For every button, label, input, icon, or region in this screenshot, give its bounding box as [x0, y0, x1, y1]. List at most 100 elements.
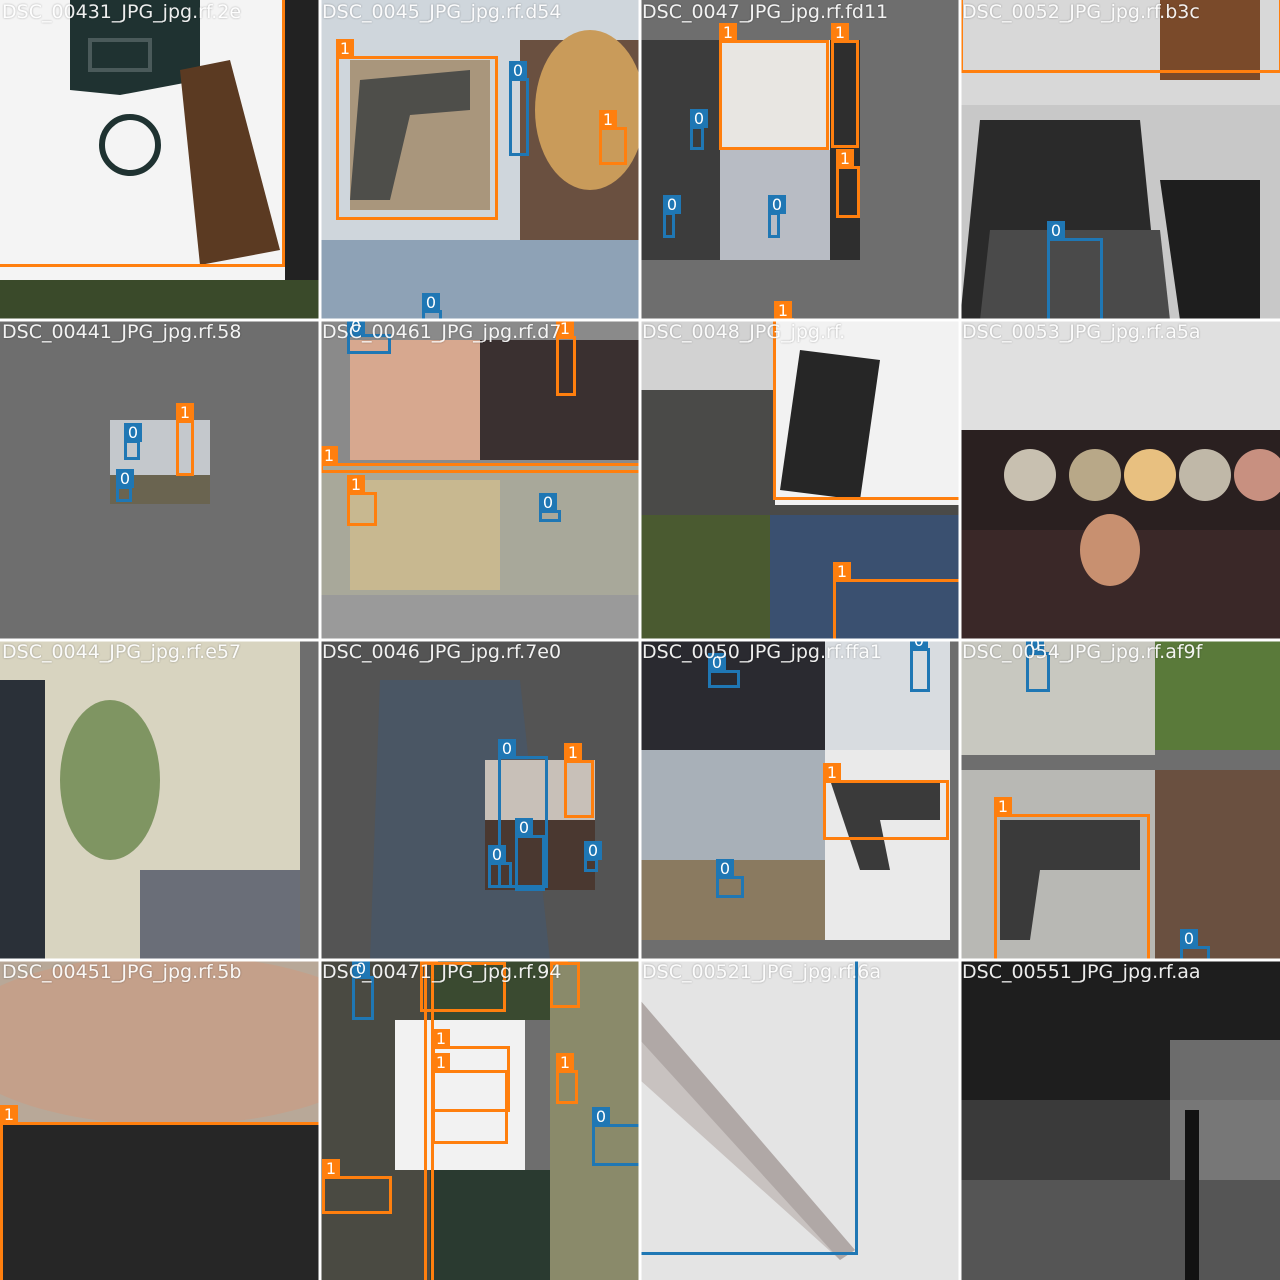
tile-2: DSC_0045_JPG_jpg.rf.d54 1 0 1 0: [320, 0, 640, 320]
bbox-class-1: 1: [836, 149, 860, 218]
tile-15: DSC_00521_JPG_jpg.rf.6a 0: [640, 960, 960, 1280]
tile-6: DSC_00461_JPG_jpg.rf.d7 0 1 1 1 0: [320, 320, 640, 640]
bbox-label: 0: [422, 293, 440, 312]
bbox-class-1: 1: [322, 1159, 392, 1214]
tile-4-title: DSC_0052_JPG_jpg.rf.b3c: [962, 1, 1200, 23]
bbox-class-1: 1: [599, 110, 627, 165]
bbox-class-1: 1: [336, 39, 498, 220]
bbox-label: 0: [592, 1107, 610, 1126]
bbox-class-0: 0: [422, 293, 442, 320]
tile-10: DSC_0046_JPG_jpg.rf.7e0 0 1 0 0 0: [320, 640, 640, 960]
bbox-label: 0: [539, 493, 557, 512]
bbox-class-0: 0: [663, 195, 681, 238]
bbox-label: 1: [719, 23, 737, 42]
tile-5: DSC_00441_JPG_jpg.rf.58 1 0 0: [0, 320, 320, 640]
bbox-class-0: 0: [509, 61, 529, 156]
bbox-class-1: 1: [556, 320, 576, 396]
bbox-label: 1: [564, 743, 582, 762]
bbox-class-1: 1: [432, 1053, 508, 1144]
tile-8: DSC_0053_JPG_jpg.rf.a5a: [960, 320, 1280, 640]
tile-1: DSC_00431_JPG_jpg.rf.2e 1: [0, 0, 320, 320]
bbox-class-0: 0: [539, 493, 561, 522]
bbox-label: 1: [556, 1053, 574, 1072]
bbox-class-0: 0: [124, 423, 142, 460]
bbox-class-0: 0: [716, 859, 744, 898]
bbox-label: 1: [994, 797, 1012, 816]
tile-7: DSC_0048_JPG_jpg.rf. 1 1: [640, 320, 960, 640]
bbox-class-1: 1: [320, 446, 640, 473]
bbox-label: 0: [124, 423, 142, 442]
bbox-label: 0: [488, 845, 506, 864]
bbox-class-1: 1: [424, 960, 434, 1280]
bbox-label: 1: [347, 475, 365, 494]
bbox-label: 0: [663, 195, 681, 214]
tile-15-title: DSC_00521_JPG_jpg.rf.6a: [642, 961, 882, 983]
bbox-class-1: 1: [556, 1053, 578, 1104]
bbox-class-0: 0: [116, 469, 134, 502]
tile-1-title: DSC_00431_JPG_jpg.rf.2e: [2, 1, 242, 23]
bbox-label: 0: [1047, 221, 1065, 240]
tile-12-title: DSC_0054_JPG_jpg.rf.af9f: [962, 641, 1203, 663]
bbox-class-1: 1: [831, 23, 859, 148]
bbox-class-1: 1: [833, 562, 960, 640]
bbox-class-1: 1: [994, 797, 1150, 960]
bbox-label: 0: [584, 841, 602, 860]
bbox-label: 0: [515, 818, 533, 837]
bbox-class-0: 0: [1180, 929, 1210, 960]
bbox-label: 0: [498, 739, 516, 758]
bbox-label: 1: [320, 446, 338, 465]
tile-8-image: [960, 320, 1280, 640]
bbox-label: 1: [774, 301, 792, 320]
tile-14-title: DSC_00471_JPG_jpg.rf.94: [322, 961, 562, 983]
tile-7-title: DSC_0048_JPG_jpg.rf.: [642, 321, 846, 343]
bbox-label: 0: [910, 640, 928, 650]
tile-10-title: DSC_0046_JPG_jpg.rf.7e0: [322, 641, 562, 663]
tile-9-title: DSC_0044_JPG_jpg.rf.e57: [2, 641, 242, 663]
bbox-class-1: 1: [347, 475, 377, 526]
bbox-class-0: 0: [592, 1107, 640, 1166]
bbox-label: 0: [716, 859, 734, 878]
bbox-class-1: 1: [823, 763, 949, 840]
bbox-class-0: 0: [768, 195, 786, 238]
bbox-label: 0: [1180, 929, 1198, 948]
tile-9-image: [0, 640, 320, 960]
bbox-class-0: 0: [640, 960, 858, 1255]
bbox-class-0: 0: [708, 653, 740, 688]
tile-2-title: DSC_0045_JPG_jpg.rf.d54: [322, 1, 562, 23]
bbox-class-1: 1: [0, 0, 285, 267]
bbox-label: 1: [599, 110, 617, 129]
tile-14: DSC_00471_JPG_jpg.rf.94 0 1 1 1 1 1 0 1 …: [320, 960, 640, 1280]
bbox-class-0: 0: [1047, 221, 1103, 320]
tile-3-title: DSC_0047_JPG_jpg.rf.fd11: [642, 1, 889, 23]
tile-11-title: DSC_0050_JPG_jpg.rf.ffa1: [642, 641, 883, 663]
bbox-label: 1: [833, 562, 851, 581]
bbox-label: 1: [831, 23, 849, 42]
bbox-class-0: 0: [488, 845, 512, 888]
tile-16: DSC_00551_JPG_jpg.rf.aa: [960, 960, 1280, 1280]
bbox-label: 1: [823, 763, 841, 782]
bbox-label: 1: [0, 1105, 18, 1124]
tile-16-title: DSC_00551_JPG_jpg.rf.aa: [962, 961, 1201, 983]
bbox-label: 1: [836, 149, 854, 168]
tile-6-title: DSC_00461_JPG_jpg.rf.d7: [322, 321, 562, 343]
tile-5-title: DSC_00441_JPG_jpg.rf.58: [2, 321, 242, 343]
bbox-label: 0: [690, 109, 708, 128]
tile-16-image: [960, 960, 1280, 1280]
mosaic-grid: DSC_00431_JPG_jpg.rf.2e 1 DSC_0045_JPG_j…: [0, 0, 1280, 1280]
bbox-label: 1: [176, 403, 194, 422]
bbox-class-1: 1: [0, 1105, 320, 1280]
tile-11: DSC_0050_JPG_jpg.rf.ffa1 0 0 1 0: [640, 640, 960, 960]
tile-9: DSC_0044_JPG_jpg.rf.e57: [0, 640, 320, 960]
bbox-class-1: 1: [176, 403, 194, 476]
tile-13: DSC_00451_JPG_jpg.rf.5b 1: [0, 960, 320, 1280]
bbox-label: 1: [432, 1029, 450, 1048]
bbox-label: 1: [336, 39, 354, 58]
bbox-class-1: 1: [773, 320, 960, 500]
tile-5-image: [0, 320, 320, 640]
bbox-label: 1: [432, 1053, 450, 1072]
bbox-class-1: 1: [719, 23, 829, 150]
bbox-class-1: 1: [564, 743, 594, 818]
tile-8-title: DSC_0053_JPG_jpg.rf.a5a: [962, 321, 1201, 343]
tile-12: DSC_0054_JPG_jpg.rf.af9f 0 1 0: [960, 640, 1280, 960]
tile-4: DSC_0052_JPG_jpg.rf.b3c 1 0: [960, 0, 1280, 320]
